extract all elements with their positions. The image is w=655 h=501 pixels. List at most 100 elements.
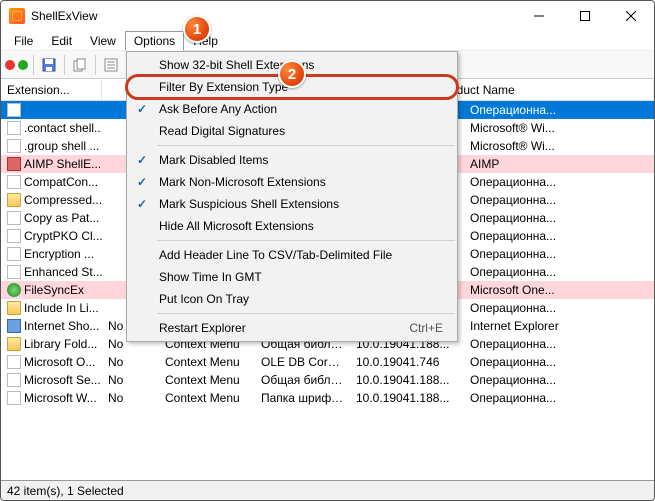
minimize-button[interactable] (516, 1, 562, 31)
cell-product: Операционна... (464, 247, 654, 261)
cell-disabled: No (102, 355, 159, 369)
menu-restart-explorer[interactable]: Restart ExplorerCtrl+E (127, 317, 457, 339)
cell-product: Операционна... (464, 301, 654, 315)
window-title: ShellExView (31, 9, 97, 23)
close-button[interactable] (608, 1, 654, 31)
cell-product: Microsoft One... (464, 283, 654, 297)
cell-extension: Compressed... (24, 193, 102, 207)
cell-product: Internet Explorer (464, 319, 654, 333)
cell-product: Операционна... (464, 337, 654, 351)
menu-tray-icon[interactable]: Put Icon On Tray (127, 288, 457, 310)
cell-extension: Copy as Pat... (24, 211, 99, 225)
properties-icon[interactable] (101, 55, 121, 75)
cell-extension: AIMP ShellE... (24, 157, 101, 171)
menu-bar: File Edit View Options Help (1, 31, 654, 51)
accelerator-label: Ctrl+E (409, 321, 443, 335)
table-row[interactable]: Microsoft Se...NoContext MenuОбщая библи… (1, 371, 654, 389)
cell-extension: Microsoft Se... (24, 373, 101, 387)
page-icon (7, 373, 21, 387)
cell-description: Папка шрифт... (255, 391, 350, 405)
menu-read-signatures[interactable]: Read Digital Signatures (127, 120, 457, 142)
menu-show-gmt[interactable]: Show Time In GMT (127, 266, 457, 288)
menu-edit[interactable]: Edit (42, 31, 81, 51)
cell-product: Операционна... (464, 265, 654, 279)
copy-icon[interactable] (70, 55, 90, 75)
page-icon (7, 139, 21, 153)
check-icon: ✓ (135, 153, 149, 167)
cell-version: 10.0.19041.188... (350, 373, 464, 387)
table-row[interactable]: Microsoft O...NoContext MenuOLE DB Core … (1, 353, 654, 371)
menu-mark-suspicious[interactable]: ✓Mark Suspicious Shell Extensions (127, 193, 457, 215)
cell-product: Операционна... (464, 103, 654, 117)
callout-badge-1: 1 (183, 15, 211, 43)
check-icon: ✓ (135, 197, 149, 211)
cell-type: Context Menu (159, 391, 255, 405)
cell-extension: .group shell ... (24, 139, 99, 153)
table-row[interactable]: Microsoft W... NoContext MenuПапка шрифт.… (1, 389, 654, 407)
page-icon (7, 211, 21, 225)
cell-product: Операционна... (464, 193, 654, 207)
cell-product: Операционна... (464, 175, 654, 189)
cell-disabled: No (102, 391, 159, 405)
enable-icon[interactable] (18, 60, 28, 70)
cell-extension: Library Fold... (24, 337, 97, 351)
cell-disabled: No (102, 373, 159, 387)
cell-product: AIMP (464, 157, 654, 171)
folder-icon (7, 337, 21, 351)
status-text: 42 item(s), 1 Selected (7, 484, 124, 498)
green-icon (7, 283, 21, 297)
cell-product: Операционна... (464, 373, 654, 387)
app-window: ShellExView File Edit View Options Help … (0, 0, 655, 501)
cell-extension: Microsoft O... (24, 355, 95, 369)
menu-view[interactable]: View (81, 31, 125, 51)
menu-ask-before[interactable]: ✓Ask Before Any Action (127, 98, 457, 120)
cell-extension: CompatCon... (24, 175, 98, 189)
title-bar: ShellExView (1, 1, 654, 31)
menu-mark-disabled[interactable]: ✓Mark Disabled Items (127, 149, 457, 171)
status-bar: 42 item(s), 1 Selected (1, 480, 654, 500)
page-icon (7, 391, 21, 405)
page-icon (7, 121, 21, 135)
cell-version: 10.0.19041.188... (350, 391, 464, 405)
toolbar-separator (95, 55, 96, 75)
folder-icon (7, 301, 21, 315)
page-icon (7, 229, 21, 243)
cell-product: Операционна... (464, 211, 654, 225)
page-icon (7, 355, 21, 369)
menu-file[interactable]: File (5, 31, 42, 51)
folder-icon (7, 193, 21, 207)
toolbar-separator (64, 55, 65, 75)
options-dropdown: Show 32-bit Shell Extensions Filter By E… (126, 51, 458, 342)
page-icon (7, 175, 21, 189)
app-icon (9, 8, 25, 24)
menu-hide-ms[interactable]: Hide All Microsoft Extensions (127, 215, 457, 237)
cell-version: 10.0.19041.746 (350, 355, 464, 369)
window-controls (516, 1, 654, 31)
cell-extension: Enhanced St... (24, 265, 102, 279)
menu-options[interactable]: Options (125, 31, 184, 51)
cell-extension: Internet Sho... (24, 319, 99, 333)
toolbar-separator (33, 55, 34, 75)
cell-extension: Encryption ... (24, 247, 94, 261)
cell-type: Context Menu (159, 373, 255, 387)
check-icon: ✓ (135, 102, 149, 116)
save-icon[interactable] (39, 55, 59, 75)
cell-description: OLE DB Core S... (255, 355, 350, 369)
cell-product: Операционна... (464, 355, 654, 369)
disable-icon[interactable] (5, 60, 15, 70)
column-extension[interactable]: Extension... (1, 80, 102, 100)
page-icon (7, 103, 21, 117)
menu-mark-nonms[interactable]: ✓Mark Non-Microsoft Extensions (127, 171, 457, 193)
callout-badge-2: 2 (278, 60, 306, 88)
menu-add-header-csv[interactable]: Add Header Line To CSV/Tab-Delimited Fil… (127, 244, 457, 266)
cell-product: Microsoft® Wi... (464, 139, 654, 153)
menu-separator (157, 313, 455, 314)
blue-icon (7, 319, 21, 333)
maximize-button[interactable] (562, 1, 608, 31)
cell-extension: CryptPKO Cl... (24, 229, 102, 243)
check-icon: ✓ (135, 175, 149, 189)
cell-extension: Include In Li... (24, 301, 99, 315)
cell-extension: .contact shell... (24, 121, 102, 135)
cell-extension: Microsoft W... (24, 391, 97, 405)
cell-product: Операционна... (464, 391, 654, 405)
